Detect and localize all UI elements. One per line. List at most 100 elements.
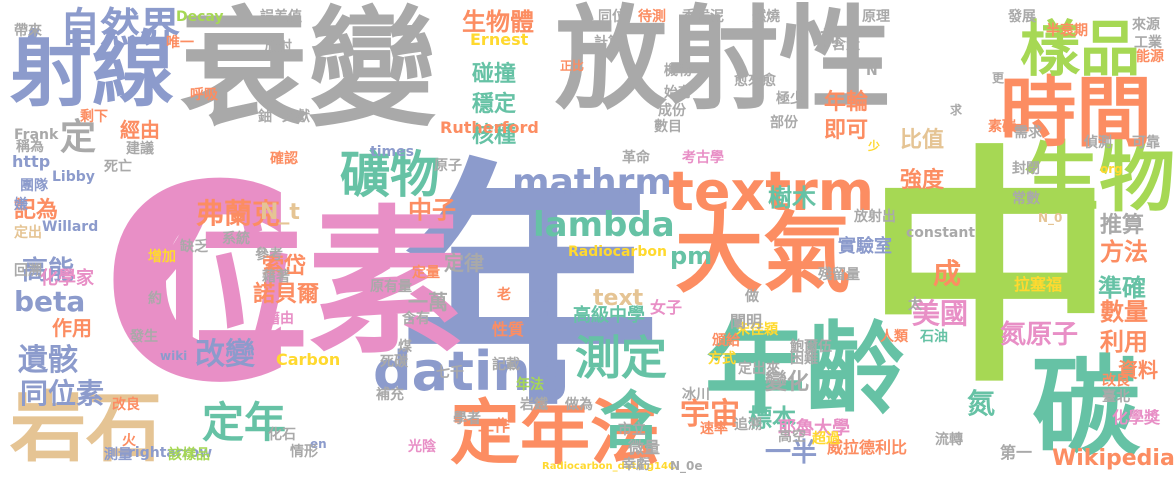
cloud-word: 高級中學	[573, 305, 645, 326]
cloud-word: 利用	[1100, 328, 1148, 356]
cloud-word: 改良	[1102, 373, 1130, 389]
cloud-word: 中子	[408, 196, 456, 224]
cloud-word: 幸虧	[622, 457, 650, 473]
cloud-word: 自然界	[60, 5, 180, 51]
cloud-word: 需求	[1014, 125, 1042, 141]
cloud-word: 可靠	[1132, 135, 1160, 151]
cloud-word: 少	[868, 139, 881, 153]
cloud-word: 含有	[402, 311, 430, 327]
cloud-word: 確認	[270, 151, 298, 167]
cloud-word: 定出	[14, 225, 42, 241]
cloud-word: 考古學	[682, 150, 724, 166]
cloud-word: http	[12, 152, 51, 171]
cloud-word: 系統	[222, 231, 250, 247]
cloud-word: 藉由	[266, 311, 294, 327]
cloud-word: 測定	[575, 331, 667, 385]
cloud-word: 始有	[664, 85, 692, 101]
cloud-word: 殘留量	[818, 267, 860, 283]
cloud-word: Wikipedia	[1052, 446, 1175, 471]
cloud-word: 剩下	[80, 109, 108, 125]
cloud-word: 諾貝爾	[253, 282, 320, 307]
cloud-word: 人類	[880, 329, 908, 345]
cloud-word: 氮原子	[1000, 320, 1079, 350]
cloud-word: 太	[908, 297, 922, 313]
cloud-word: 超過	[812, 431, 840, 447]
cloud-word: 強度	[900, 168, 945, 193]
cloud-word: 原子	[434, 158, 462, 174]
cloud-word: 正比	[560, 59, 585, 73]
word-cloud: 衰變 放射性年中 C 位素 年齡 大氣 射線碳生物 時間 樣品 岩石 定年法 textrm dating…	[0, 0, 1175, 482]
cloud-word: 定	[60, 117, 97, 158]
cloud-word: 性質	[492, 320, 525, 339]
cloud-word: 建議	[126, 141, 154, 157]
cloud-word: 死碳	[380, 354, 408, 370]
cloud-word: 改變	[195, 337, 255, 372]
cloud-word: 市立	[618, 422, 646, 438]
cloud-word: 女子	[650, 298, 683, 317]
cloud-word: 定量	[412, 265, 440, 281]
cloud-word: 化學家	[40, 268, 94, 289]
cloud-word: 成	[933, 257, 962, 290]
cloud-word: constant	[906, 225, 976, 241]
cloud-word: 困難	[790, 351, 818, 367]
cloud-word: 封閉	[1012, 161, 1040, 177]
cloud-word: 發生	[130, 329, 158, 345]
cloud-word: 遺骸	[18, 343, 78, 378]
cloud-word: 年輪	[824, 90, 869, 115]
cloud-word: Willard	[42, 219, 99, 235]
cloud-word: 發展	[1008, 9, 1036, 25]
cloud-word: lambda	[533, 205, 675, 245]
cloud-word: 追溯	[734, 417, 762, 433]
cloud-word: t	[533, 285, 550, 325]
cloud-word: 方式	[708, 351, 736, 367]
cloud-word: 成份	[658, 103, 686, 119]
cloud-word: 即可	[824, 118, 869, 143]
cloud-word: 煤	[398, 339, 412, 355]
cloud-word: 速率	[700, 421, 728, 437]
cloud-word: 火	[122, 433, 136, 449]
cloud-word: 來源	[1132, 17, 1160, 33]
cloud-word: 同位素	[20, 377, 105, 410]
cloud-word: 定出來	[738, 361, 780, 377]
cloud-word: 部份	[770, 115, 798, 131]
cloud-word: 回溯	[14, 263, 42, 279]
cloud-word: 待測	[638, 9, 666, 25]
cloud-word: 誤差值	[260, 9, 302, 25]
cloud-word: 石油	[920, 329, 948, 345]
cloud-word: 穩定	[472, 92, 517, 117]
cloud-word: 工業	[1134, 35, 1162, 51]
cloud-word: 一萬	[408, 290, 448, 314]
cloud-word: N_0e	[670, 459, 703, 473]
cloud-word: 作用	[52, 316, 92, 340]
cloud-word: 改良	[112, 397, 140, 413]
cloud-word: 實驗室	[838, 236, 892, 257]
cloud-word: 約	[148, 291, 162, 307]
cloud-word: 常數	[1012, 191, 1040, 207]
cloud-word: times	[370, 144, 414, 160]
cloud-word: 化學獎	[1112, 408, 1161, 427]
cloud-word: 準確	[1098, 274, 1146, 302]
cloud-word: 數目	[654, 119, 682, 135]
cloud-word: 比值	[900, 128, 945, 153]
cloud-word: 偵測	[1084, 135, 1112, 151]
cloud-word: 測量	[104, 447, 132, 463]
cloud-word: Rutherford	[440, 118, 539, 137]
cloud-word: 經由	[120, 118, 160, 142]
cloud-word: 增加	[148, 249, 176, 265]
cloud-word: 更	[992, 71, 1005, 85]
cloud-word: 頒給	[712, 333, 740, 349]
cloud-word: 數量	[1100, 298, 1148, 326]
cloud-word: mathrm	[512, 162, 672, 203]
cloud-word: N_0	[1038, 211, 1063, 225]
cloud-word: 計算	[594, 35, 622, 51]
cloud-word: 該樣品	[168, 447, 210, 463]
cloud-word: 第一	[1000, 443, 1033, 462]
cloud-word: 記載	[492, 357, 520, 373]
cloud-word: 素碳	[988, 119, 1016, 135]
cloud-word: pm	[670, 242, 713, 270]
cloud-word: 老	[497, 287, 511, 303]
cloud-word: 缺乏	[180, 239, 208, 255]
cloud-word: N_t	[260, 200, 300, 225]
cloud-word: 極少	[776, 91, 804, 107]
cloud-word: 臺北	[1102, 389, 1130, 405]
